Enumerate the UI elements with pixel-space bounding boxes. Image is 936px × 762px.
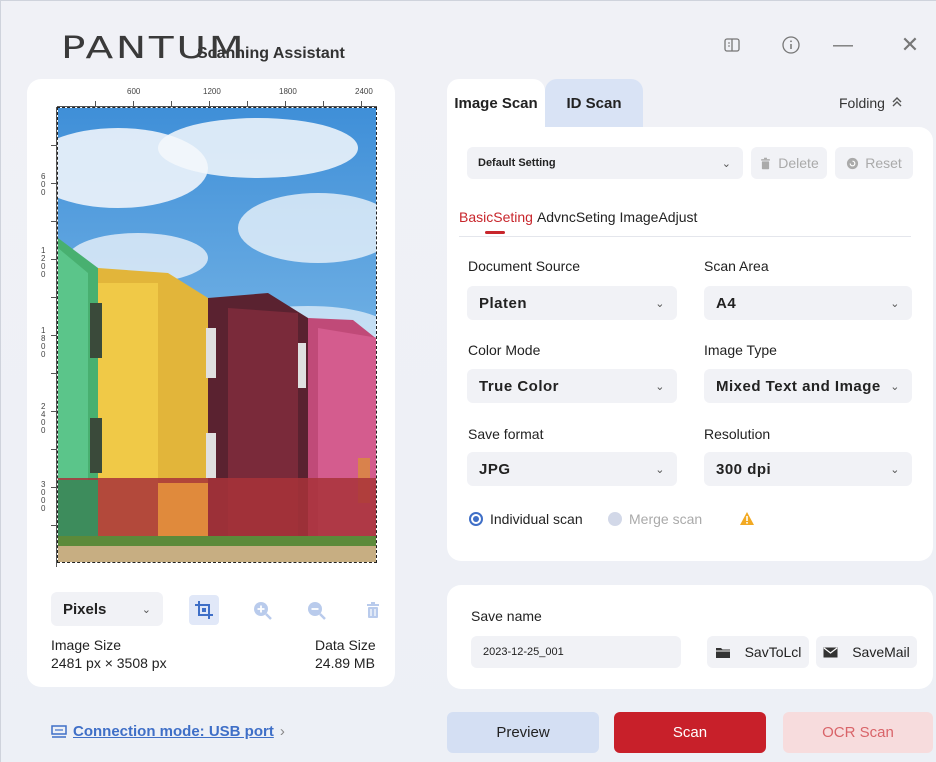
chevron-down-icon: ⌄ — [141, 603, 151, 616]
color-mode-value: True Color — [479, 377, 560, 395]
folding-label: Folding — [839, 95, 885, 111]
save-to-local-button[interactable]: SavToLcl — [707, 636, 809, 668]
color-mode-select[interactable]: True Color ⌄ — [467, 369, 677, 403]
color-mode-label: Color Mode — [468, 342, 541, 358]
info-icon[interactable] — [777, 31, 805, 59]
reset-label: Reset — [865, 155, 902, 171]
save-format-select[interactable]: JPG ⌄ — [467, 452, 677, 486]
save-name-label: Save name — [471, 608, 542, 624]
trash-icon — [761, 157, 771, 169]
data-size-value: 24.89 MB — [315, 655, 375, 671]
document-source-label: Document Source — [468, 258, 581, 274]
minimize-button[interactable]: — — [829, 31, 857, 59]
subtab-advanced[interactable]: AdvncSeting — [537, 209, 616, 225]
save-name-input[interactable] — [471, 636, 681, 668]
unit-select-value: Pixels — [63, 600, 107, 618]
scan-area-value: A4 — [716, 294, 737, 312]
chevron-right-icon: › — [279, 723, 285, 740]
scan-area-select[interactable]: A4 ⌄ — [704, 286, 912, 320]
save-mail-label: SaveMail — [852, 644, 910, 660]
zoom-out-icon[interactable] — [301, 595, 331, 625]
reset-icon — [847, 157, 859, 169]
individual-scan-label: Individual scan — [490, 511, 583, 527]
ruler-left: 600 1200 1800 2400 3000 — [37, 107, 57, 567]
subtab-basic[interactable]: BasicSeting — [459, 209, 533, 225]
ruler-left-label: 2400 — [41, 402, 46, 435]
warning-icon[interactable] — [739, 511, 755, 531]
chevron-down-icon: ⌄ — [655, 297, 665, 310]
image-type-value: Mixed Text and Image — [716, 377, 881, 395]
scan-preview-image[interactable] — [57, 107, 377, 563]
radio-selected-icon — [469, 512, 483, 526]
reset-button[interactable]: Reset — [835, 147, 913, 179]
ocr-scan-button[interactable]: OCR Scan — [783, 712, 933, 753]
preset-select[interactable]: Default Setting ⌄ — [467, 147, 743, 179]
ocr-scan-label: OCR Scan — [822, 724, 894, 741]
preview-label: Preview — [496, 724, 550, 741]
connection-mode-label: Connection mode: USB port — [73, 723, 274, 740]
chevron-down-icon: ⌄ — [655, 380, 665, 393]
image-size-label: Image Size — [51, 637, 122, 653]
logo-wordmark: PANTUM — [61, 31, 247, 66]
app-window: PANTUM Scanning Assistant — ✕ 600 1200 1… — [0, 0, 936, 762]
ruler-left-label: 1800 — [41, 326, 46, 359]
delete-label: Delete — [778, 155, 819, 171]
image-size-value: 2481 px × 3508 px — [51, 655, 167, 671]
ruler-top-label: 2400 — [355, 87, 373, 96]
merge-scan-label: Merge scan — [629, 511, 703, 527]
connection-mode-link[interactable]: Connection mode: USB port › — [51, 723, 285, 740]
image-type-select[interactable]: Mixed Text and Image ⌄ — [704, 369, 912, 403]
ruler-top: 600 1200 1800 2400 — [57, 87, 377, 107]
mail-icon — [823, 647, 838, 657]
save-format-value: JPG — [479, 460, 511, 478]
ruler-top-label: 1800 — [279, 87, 297, 96]
resolution-label: Resolution — [704, 426, 771, 442]
save-format-label: Save format — [468, 426, 544, 442]
unit-select[interactable]: Pixels ⌄ — [51, 592, 163, 626]
divider — [459, 236, 911, 237]
preview-button[interactable]: Preview — [447, 712, 599, 753]
image-type-label: Image Type — [704, 342, 777, 358]
save-to-local-label: SavToLcl — [744, 644, 802, 660]
chevron-down-icon: ⌄ — [721, 157, 731, 170]
zoom-in-icon[interactable] — [247, 595, 277, 625]
preset-value: Default Setting — [478, 157, 556, 169]
subtab-image-adjust[interactable]: ImageAdjust — [620, 209, 698, 225]
document-source-select[interactable]: Platen ⌄ — [467, 286, 677, 320]
radio-unselected-icon — [608, 512, 622, 526]
ruler-top-label: 600 — [127, 87, 141, 96]
book-icon[interactable] — [718, 31, 746, 59]
ruler-left-label: 1200 — [41, 246, 46, 279]
chevron-down-icon: ⌄ — [655, 463, 665, 476]
ruler-left-label: 600 — [41, 172, 46, 197]
settings-subtabs: BasicSeting AdvncSeting ImageAdjust — [459, 209, 697, 225]
chevron-down-icon: ⌄ — [890, 297, 900, 310]
usb-icon — [51, 724, 67, 738]
delete-preset-button[interactable]: Delete — [751, 147, 827, 179]
scan-label: Scan — [672, 724, 708, 741]
chevron-down-icon: ⌄ — [890, 380, 900, 393]
merge-scan-radio[interactable]: Merge scan — [608, 511, 702, 527]
document-source-value: Platen — [479, 294, 528, 312]
save-mail-button[interactable]: SaveMail — [816, 636, 917, 668]
active-subtab-indicator — [485, 231, 505, 234]
resolution-select[interactable]: 300 dpi ⌄ — [704, 452, 912, 486]
close-button[interactable]: ✕ — [896, 31, 924, 59]
individual-scan-radio[interactable]: Individual scan — [469, 511, 583, 527]
tab-image-scan[interactable]: Image Scan — [447, 79, 545, 127]
tab-id-scan[interactable]: ID Scan — [545, 79, 643, 127]
folding-toggle[interactable]: Folding — [839, 95, 903, 111]
scan-area-label: Scan Area — [704, 258, 769, 274]
chevron-double-up-icon — [891, 96, 903, 111]
ruler-top-label: 1200 — [203, 87, 221, 96]
resolution-value: 300 dpi — [716, 460, 772, 478]
chevron-down-icon: ⌄ — [890, 463, 900, 476]
crop-icon[interactable] — [189, 595, 219, 625]
ruler-left-label: 3000 — [41, 480, 46, 513]
logo: PANTUM Scanning Assistant — [61, 31, 345, 66]
trash-icon[interactable] — [358, 595, 388, 625]
folder-icon — [715, 647, 730, 658]
data-size-label: Data Size — [315, 637, 376, 653]
scan-button[interactable]: Scan — [614, 712, 766, 753]
